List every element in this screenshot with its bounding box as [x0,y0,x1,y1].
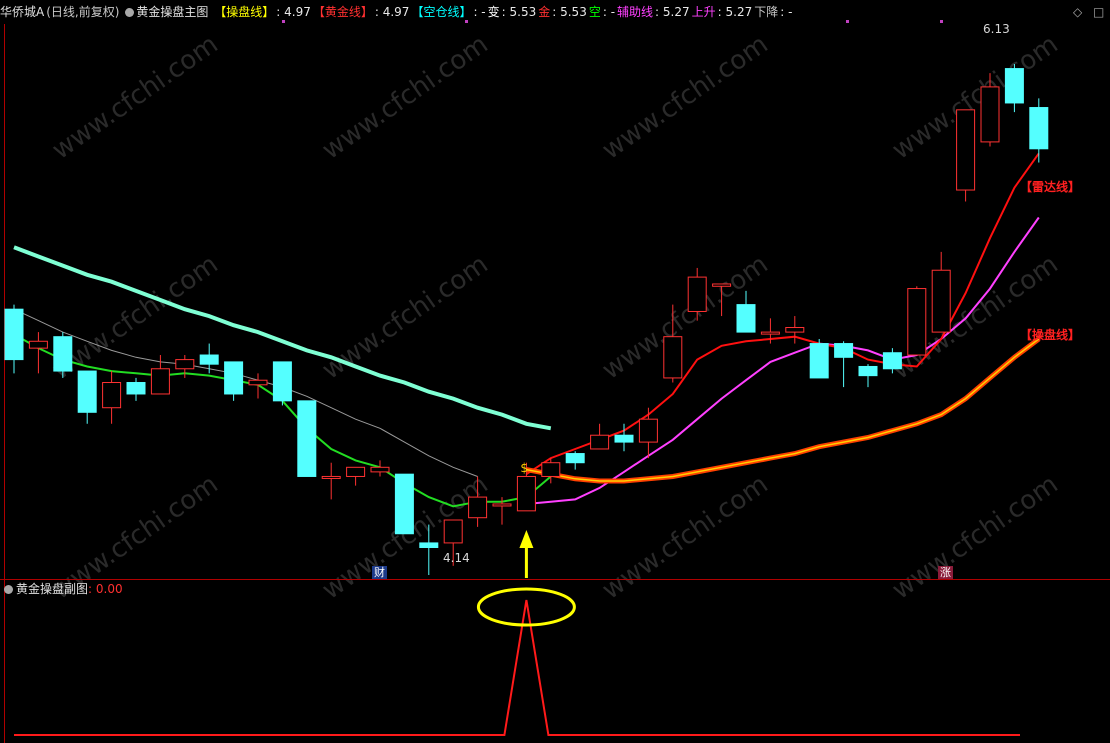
top-marker [846,20,849,23]
candle-up [956,109,976,191]
candle-down [297,400,317,477]
candle-down [272,361,292,402]
candle-down [224,361,244,395]
top-marker [282,20,285,23]
watermark: www.cfchi.com [317,249,494,385]
signal-highlight-ellipse [476,587,576,627]
money-bag-icon: $ [520,461,528,475]
watermark: www.cfchi.com [597,29,774,165]
candle-up [370,466,390,473]
candle-up [663,336,683,379]
zhang-tag: 涨 [938,566,953,579]
caopan-label: 【操盘线】 [1020,328,1081,342]
candle-down [126,382,146,395]
watermark: www.cfchi.com [317,29,494,165]
watermark: www.cfchi.com [887,469,1064,605]
high-label: 6.13 [983,22,1010,36]
sub-indicator-name[interactable]: 黄金操盘副图 [16,582,88,596]
candle-up [28,340,48,349]
candle-up [516,475,536,512]
candle-down [882,352,902,370]
chart-canvas: www.cfchi.com www.cfchi.com www.cfchi.com w… [4,20,1064,736]
candle-up [541,462,561,477]
candle-up [590,434,610,450]
candle-up [248,379,268,386]
candle-up [687,276,707,312]
sub-indicator-value: : 0.00 [88,582,123,596]
candle-up [785,327,805,333]
cai-tag: 财 [372,566,387,579]
buy-arrow-head [519,530,534,548]
candle-down [419,542,439,549]
menu-icon[interactable] [4,585,13,594]
candle-down [834,343,854,358]
candle-up [931,269,951,333]
watermark: www.cfchi.com [47,29,224,165]
candle-up [638,418,658,443]
top-marker [940,20,943,23]
candle-down [858,365,878,377]
candle-up [321,475,341,479]
candle-up [760,331,780,335]
candle-down [53,336,73,372]
candle-up [102,382,122,409]
candle-up [712,283,732,287]
signal-line [14,599,1020,736]
candle-up [443,519,463,544]
candle-down [199,354,219,365]
panel-divider [0,579,1110,580]
watermark: www.cfchi.com [597,469,774,605]
candle-down [1029,107,1049,150]
candle-down [614,434,634,443]
candle-up [346,466,366,477]
candle-down [1004,68,1024,104]
candle-down [736,304,756,333]
candle-up [492,503,512,507]
candle-up [150,368,170,395]
candle-down [809,343,829,379]
candle-down [394,473,414,535]
candle-down [77,370,97,413]
candle-down [4,308,24,361]
low-label: 4.14 [443,551,470,565]
candle-up [175,359,195,370]
candle-up [980,86,1000,143]
candle-up [468,496,488,519]
candle-down [565,453,585,464]
sub-chart-header: 黄金操盘副图: 0.00 [0,580,123,598]
candle-up [907,288,927,356]
leida-label: 【雷达线】 [1020,180,1081,194]
top-marker [465,20,468,23]
